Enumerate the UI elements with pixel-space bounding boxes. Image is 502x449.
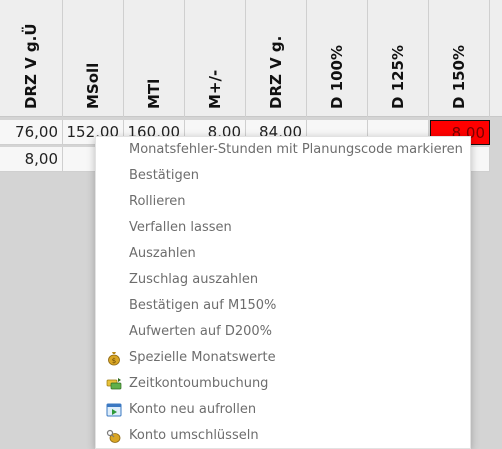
menu-item-rollieren[interactable]: Rollieren [96, 189, 472, 215]
menu-item-label: Monatsfehler-Stunden mit Planungscode ma… [129, 142, 463, 157]
column-header-label: D 150% [450, 44, 468, 109]
menu-item-label: Aufwerten auf D200% [129, 324, 273, 339]
column-header-msoll[interactable]: MSoll [63, 0, 124, 117]
menu-item-zeitkontoumbuchung[interactable]: Zeitkontoumbuchung [96, 371, 472, 397]
column-header-drz-v-g[interactable]: DRZ V g. [246, 0, 307, 117]
menu-item-monatsfehler-markieren[interactable]: Monatsfehler-Stunden mit Planungscode ma… [96, 137, 472, 163]
menu-item-konto-neu-aufrollen[interactable]: Konto neu aufrollen [96, 397, 472, 423]
transfer-icon [106, 376, 122, 392]
menu-item-bestaetigen-m150[interactable]: Bestätigen auf M150% [96, 293, 472, 319]
menu-item-aufwerten-d200[interactable]: Aufwerten auf D200% [96, 319, 472, 345]
column-header-d150[interactable]: D 150% [429, 0, 490, 117]
column-header-label: MSoll [84, 62, 102, 109]
column-header-d125[interactable]: D 125% [368, 0, 429, 117]
row-filler [490, 120, 502, 145]
menu-item-label: Bestätigen auf M150% [129, 298, 277, 313]
column-header-label: MTl [145, 78, 163, 109]
column-header-label: M+/- [206, 69, 224, 109]
menu-item-label: Bestätigen [129, 168, 199, 183]
menu-item-label: Auszahlen [129, 246, 196, 261]
menu-item-verfallen-lassen[interactable]: Verfallen lassen [96, 215, 472, 241]
column-header-label: D 100% [328, 44, 346, 109]
money-key-icon [106, 428, 122, 444]
column-header-label: DRZ V g. [267, 35, 285, 109]
column-header-m-plus-minus[interactable]: M+/- [185, 0, 246, 117]
menu-item-label: Zeitkontoumbuchung [129, 376, 269, 391]
menu-item-label: Spezielle Monatswerte [129, 350, 276, 365]
column-header-label: DRZ V g.Ü [22, 23, 40, 109]
column-header-drz-v-gue[interactable]: DRZ V g.Ü [0, 0, 63, 117]
column-header-d100[interactable]: D 100% [307, 0, 368, 117]
menu-item-label: Konto umschlüsseln [129, 428, 259, 443]
menu-item-label: Konto neu aufrollen [129, 402, 257, 417]
menu-item-label: Verfallen lassen [129, 220, 232, 235]
menu-item-zuschlag-auszahlen[interactable]: Zuschlag auszahlen [96, 267, 472, 293]
menu-item-konto-umschluesseln[interactable]: Konto umschlüsseln [96, 423, 472, 449]
table-cell[interactable]: 76,00 [0, 120, 63, 145]
menu-item-auszahlen[interactable]: Auszahlen [96, 241, 472, 267]
refresh-window-icon [106, 402, 122, 418]
row-filler [490, 147, 502, 172]
money-bag-icon: $ [106, 350, 122, 366]
menu-item-label: Zuschlag auszahlen [129, 272, 259, 287]
column-header-mtl[interactable]: MTl [124, 0, 185, 117]
column-header-label: D 125% [389, 44, 407, 109]
menu-item-spezielle-monatswerte[interactable]: $ Spezielle Monatswerte [96, 345, 472, 371]
svg-text:$: $ [112, 357, 116, 365]
context-menu: Monatsfehler-Stunden mit Planungscode ma… [95, 136, 471, 449]
menu-item-label: Rollieren [129, 194, 186, 209]
grid-header: DRZ V g.Ü MSoll MTl M+/- DRZ V g. D 100%… [0, 0, 502, 117]
table-cell[interactable]: 8,00 [0, 147, 63, 172]
menu-item-bestaetigen[interactable]: Bestätigen [96, 163, 472, 189]
